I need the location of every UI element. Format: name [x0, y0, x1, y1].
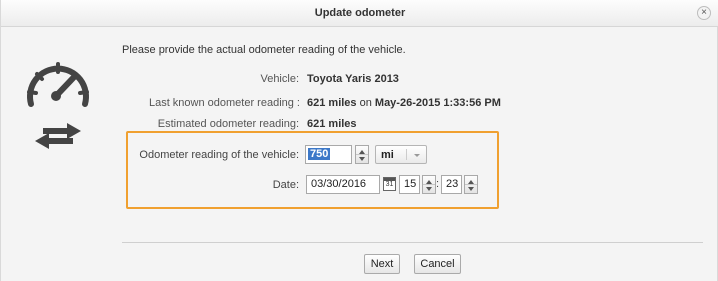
- estimated-label: Estimated odometer reading:: [157, 118, 299, 130]
- vehicle-value: Toyota Yaris 2013: [307, 73, 399, 85]
- odometer-spinner[interactable]: [355, 145, 369, 164]
- date-label: Date:: [272, 179, 299, 191]
- hour-value: 15: [404, 178, 417, 190]
- spinner-divider: [356, 154, 368, 155]
- odometer-input[interactable]: 750: [305, 145, 352, 164]
- spinner-down-icon[interactable]: [468, 187, 474, 191]
- cancel-button[interactable]: Cancel: [414, 254, 461, 274]
- unit-select[interactable]: mi: [375, 145, 427, 164]
- last-reading-row: Last known odometer reading :: [1, 97, 300, 111]
- last-reading-date: May-26-2015 1:33:56 PM: [374, 97, 501, 109]
- input-highlight-box: [126, 131, 499, 209]
- calendar-icon[interactable]: 31: [383, 177, 396, 191]
- minute-spinner[interactable]: [464, 175, 478, 194]
- update-odometer-dialog: Update odometer × Please provide the act…: [0, 0, 718, 281]
- estimated-value: 621 miles: [307, 118, 357, 130]
- last-reading-label: Last known odometer reading :: [148, 97, 300, 109]
- estimated-row: Estimated odometer reading:: [1, 118, 299, 132]
- footer-divider: [122, 242, 703, 243]
- date-input[interactable]: 03/30/2016: [306, 175, 380, 194]
- unit-value: mi: [381, 149, 394, 161]
- date-value: 03/30/2016: [311, 178, 367, 190]
- next-button[interactable]: Next: [364, 254, 400, 274]
- calendar-day: 31: [385, 181, 394, 188]
- last-reading-on: on: [356, 97, 375, 109]
- hour-spinner[interactable]: [422, 175, 436, 194]
- hour-input[interactable]: 15: [399, 175, 420, 194]
- minute-input[interactable]: 23: [441, 175, 462, 194]
- last-reading-miles: 621 miles: [307, 97, 357, 109]
- spinner-divider: [423, 184, 435, 185]
- minute-value: 23: [446, 178, 459, 190]
- close-icon[interactable]: ×: [697, 6, 711, 20]
- vehicle-row: Vehicle:: [1, 73, 299, 87]
- spinner-down-icon[interactable]: [426, 187, 432, 191]
- last-reading-value: 621 miles on May-26-2015 1:33:56 PM: [307, 97, 501, 109]
- dialog-title: Update odometer: [314, 7, 406, 19]
- chevron-down-icon: [414, 154, 420, 157]
- spinner-down-icon[interactable]: [359, 157, 365, 161]
- odometer-value: 750: [308, 148, 331, 160]
- spinner-divider: [465, 184, 477, 185]
- select-separator: [406, 149, 407, 160]
- time-separator: :: [436, 178, 440, 190]
- vehicle-label: Vehicle:: [260, 73, 299, 85]
- title-bar: Update odometer ×: [1, 0, 718, 27]
- odometer-label: Odometer reading of the vehicle:: [139, 149, 299, 161]
- intro-text: Please provide the actual odometer readi…: [122, 44, 406, 56]
